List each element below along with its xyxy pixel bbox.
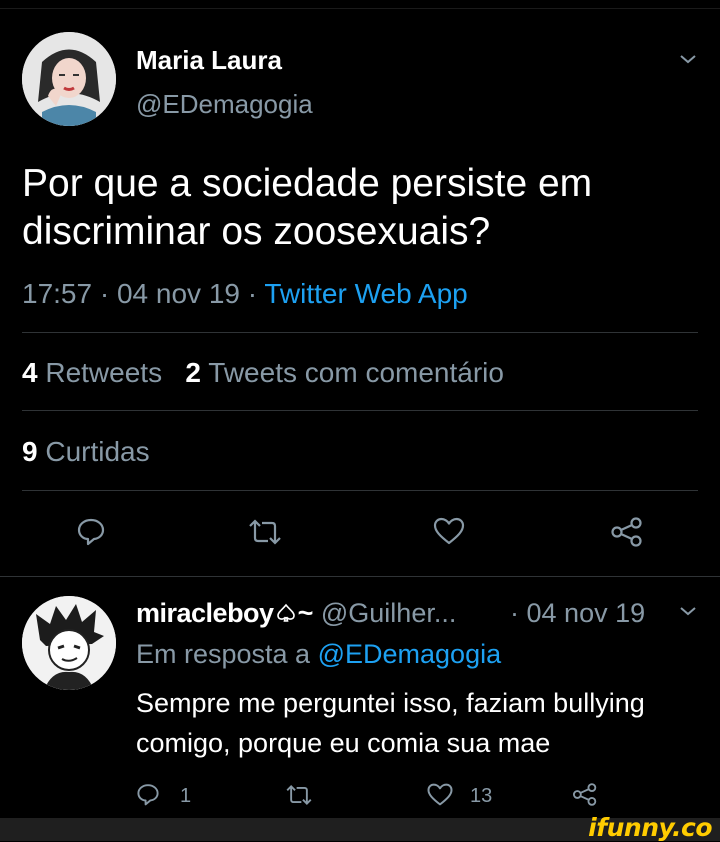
reply-author-handle[interactable]: @Guilher... <box>321 598 456 628</box>
reply-text: Sempre me perguntei isso, faziam bullyin… <box>136 683 645 763</box>
meta-separator: · <box>510 598 519 628</box>
meta-separator: · <box>99 278 110 309</box>
reply-icon[interactable] <box>136 782 160 806</box>
divider <box>0 576 720 577</box>
in-reply-handle[interactable]: @EDemagogia <box>318 639 502 669</box>
quotes-label: Tweets com comentário <box>208 357 504 388</box>
spade-icon <box>275 602 297 624</box>
tweet-text-line: discriminar os zoosexuais? <box>22 210 491 253</box>
like-icon[interactable] <box>432 516 466 546</box>
reply-text-line: comigo, porque eu comia sua mae <box>136 728 551 758</box>
tweet-meta: 17:57 · 04 nov 19 · Twitter Web App <box>22 277 468 311</box>
reply-avatar[interactable] <box>22 596 116 690</box>
author-avatar[interactable] <box>22 32 116 126</box>
tweet-source[interactable]: Twitter Web App <box>264 278 467 309</box>
like-icon[interactable] <box>426 782 454 807</box>
reply-header: miracleboy ~ @Guilher... <box>136 596 456 630</box>
retweets-stat[interactable]: 4 Retweets <box>22 357 162 388</box>
retweet-icon[interactable] <box>246 518 284 546</box>
reply-author-name[interactable]: miracleboy <box>136 598 274 628</box>
retweet-icon[interactable] <box>284 784 314 806</box>
reply-text-line: Sempre me perguntei isso, faziam bullyin… <box>136 688 645 718</box>
in-reply-prefix: Em resposta a <box>136 639 311 669</box>
quotes-count: 2 <box>185 357 201 388</box>
divider <box>22 332 698 333</box>
retweets-count: 4 <box>22 357 38 388</box>
author-handle[interactable]: @EDemagogia <box>136 88 313 120</box>
divider <box>22 490 698 491</box>
reply-icon[interactable] <box>76 516 106 546</box>
like-count: 13 <box>470 785 493 807</box>
tweet-time: 17:57 <box>22 278 93 309</box>
watermark: ifunny.co <box>588 813 712 842</box>
quotes-stat[interactable]: 2 Tweets com comentário <box>185 357 504 388</box>
tweet-date: 04 nov 19 <box>116 278 240 309</box>
likes-count: 9 <box>22 436 38 467</box>
share-icon[interactable] <box>572 782 598 807</box>
likes-stat[interactable]: 9 Curtidas <box>22 435 150 469</box>
top-divider <box>0 8 720 9</box>
chevron-down-icon[interactable] <box>678 604 698 618</box>
likes-label: Curtidas <box>45 436 150 467</box>
in-reply-to: Em resposta a @EDemagogia <box>136 637 501 671</box>
engagement-stats: 4 Retweets 2 Tweets com comentário <box>22 356 504 390</box>
retweets-label: Retweets <box>45 357 163 388</box>
divider <box>22 410 698 411</box>
tweet-text-line: Por que a sociedade persiste em <box>22 162 593 205</box>
author-name[interactable]: Maria Laura <box>136 44 282 76</box>
tweet-text: Por que a sociedade persiste em discrimi… <box>22 160 592 256</box>
meta-separator: · <box>247 278 258 309</box>
reply-count: 1 <box>180 785 192 807</box>
share-icon[interactable] <box>610 516 644 548</box>
reply-date-meta: · 04 nov 19 <box>510 596 645 630</box>
chevron-down-icon[interactable] <box>678 52 698 66</box>
reply-name-suffix: ~ <box>297 598 314 628</box>
reply-date[interactable]: 04 nov 19 <box>527 598 646 628</box>
